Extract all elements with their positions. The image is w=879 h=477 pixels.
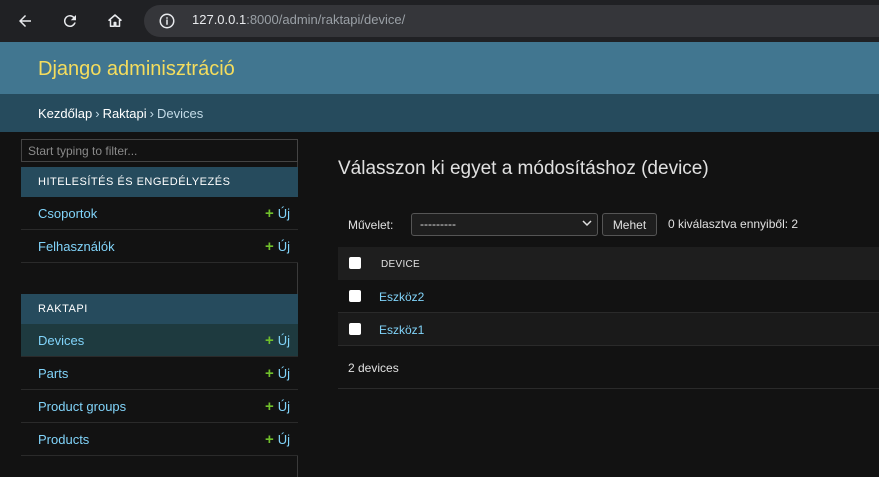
plus-icon: + <box>264 365 274 382</box>
result-list: DEVICE Eszköz2 Eszköz1 <box>338 247 879 346</box>
info-icon[interactable] <box>158 12 176 30</box>
table-row: Eszköz2 <box>338 280 879 313</box>
reload-icon <box>63 15 76 28</box>
breadcrumb-app[interactable]: Raktapi <box>103 106 147 121</box>
sidebar-item-label[interactable]: Products <box>38 432 89 447</box>
row-link[interactable]: Eszköz1 <box>379 323 424 337</box>
chevron-down-icon <box>582 220 592 227</box>
sidebar-item-felhasznalok[interactable]: Felhasználók + Új <box>21 230 298 263</box>
add-link[interactable]: + Új <box>265 332 290 349</box>
site-header: Django adminisztráció <box>0 42 879 94</box>
plus-icon: + <box>264 205 274 222</box>
action-label: Művelet: <box>348 218 394 232</box>
breadcrumb-current: Devices <box>156 106 204 121</box>
row-checkbox[interactable] <box>349 290 361 302</box>
page-title: Válasszon ki egyet a módosításhoz (devic… <box>338 158 709 179</box>
add-link[interactable]: + Új <box>265 205 290 222</box>
action-select-value: --------- <box>420 217 456 231</box>
paginator-count: 2 devices <box>348 361 399 375</box>
sidebar-item-parts[interactable]: Parts + Új <box>21 357 298 390</box>
sidebar-item-label[interactable]: Parts <box>38 366 68 381</box>
browser-toolbar: 127.0.0.1:8000/admin/raktapi/device/ <box>0 0 879 42</box>
sidebar-item-label[interactable]: Devices <box>38 333 84 348</box>
plus-icon: + <box>264 431 274 448</box>
module-caption-auth[interactable]: HITELESÍTÉS ÉS ENGEDÉLYEZÉS <box>21 167 298 197</box>
site-branding[interactable]: Django adminisztráció <box>38 58 235 81</box>
sidebar-item-label[interactable]: Felhasználók <box>38 239 115 254</box>
add-link[interactable]: + Új <box>265 398 290 415</box>
home-icon <box>108 14 122 27</box>
breadcrumb-home[interactable]: Kezdőlap <box>38 106 92 121</box>
actions-bar: Művelet: --------- Mehet 0 kiválasztva e… <box>338 208 879 241</box>
add-link[interactable]: + Új <box>265 238 290 255</box>
reload-button[interactable] <box>57 8 83 34</box>
sidebar-item-csoportok[interactable]: Csoportok + Új <box>21 197 298 230</box>
go-button[interactable]: Mehet <box>602 213 657 236</box>
sidebar-item-label[interactable]: Product groups <box>38 399 126 414</box>
back-button[interactable] <box>12 8 38 34</box>
action-select[interactable]: --------- <box>411 213 598 236</box>
row-link[interactable]: Eszköz2 <box>379 290 424 304</box>
url-text[interactable]: 127.0.0.1:8000/admin/raktapi/device/ <box>192 12 405 27</box>
table-row: Eszköz1 <box>338 313 879 346</box>
row-checkbox[interactable] <box>349 323 361 335</box>
plus-icon: + <box>264 332 274 349</box>
module-auth: HITELESÍTÉS ÉS ENGEDÉLYEZÉS Csoportok + Ú… <box>21 167 298 263</box>
selection-counter: 0 kiválasztva ennyiből: 2 <box>668 217 799 231</box>
module-raktapi: RAKTAPI Devices + Új Parts + Új Product gr… <box>21 294 298 456</box>
column-header-device[interactable]: DEVICE <box>381 259 420 270</box>
sidebar-item-label[interactable]: Csoportok <box>38 206 97 221</box>
select-all-checkbox[interactable] <box>349 257 361 269</box>
plus-icon: + <box>264 398 274 415</box>
plus-icon: + <box>264 238 274 255</box>
home-button[interactable] <box>102 8 128 34</box>
table-header: DEVICE <box>338 247 879 280</box>
sidebar-item-products[interactable]: Products + Új <box>21 423 298 456</box>
arrow-left-icon <box>19 15 31 27</box>
module-caption-raktapi[interactable]: RAKTAPI <box>21 294 298 324</box>
add-link[interactable]: + Új <box>265 431 290 448</box>
nav-sidebar: Start typing to filter... HITELESÍTÉS ÉS… <box>21 139 298 477</box>
address-bar[interactable]: 127.0.0.1:8000/admin/raktapi/device/ <box>144 5 879 37</box>
sidebar-item-product-groups[interactable]: Product groups + Új <box>21 390 298 423</box>
breadcrumb: Kezdőlap › Raktapi › Devices <box>0 94 879 132</box>
paginator: 2 devices <box>338 346 879 389</box>
add-link[interactable]: + Új <box>265 365 290 382</box>
sidebar-item-devices[interactable]: Devices + Új <box>21 324 298 357</box>
nav-filter-input[interactable]: Start typing to filter... <box>21 139 298 162</box>
